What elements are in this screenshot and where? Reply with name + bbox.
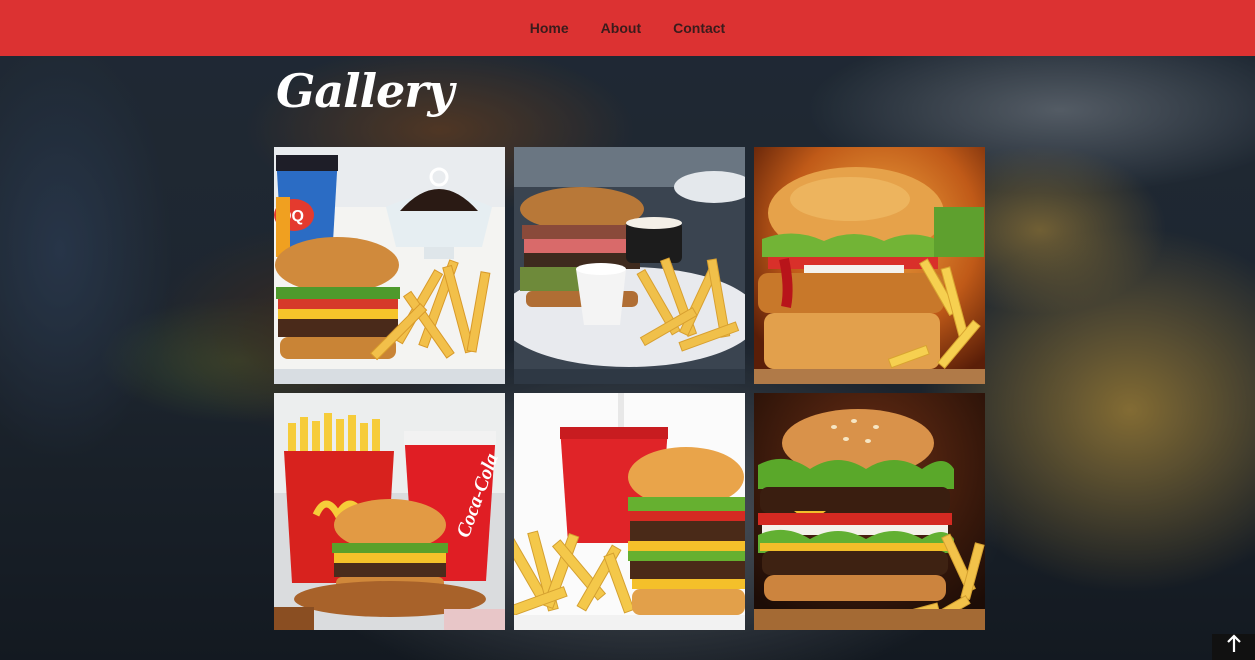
gallery-item-burger-fries-soda[interactable] — [514, 393, 745, 630]
gallery-item-mcdonalds-combo[interactable]: Coca-Cola — [274, 393, 505, 630]
burger-plate-image — [514, 147, 745, 384]
chicken-burger-image — [754, 147, 985, 384]
gallery-item-burger-plate[interactable] — [514, 147, 745, 384]
dq-combo-image: DQ — [274, 147, 505, 384]
gallery-item-double-cheeseburger[interactable] — [754, 393, 985, 630]
nav-contact-link[interactable]: Contact — [673, 20, 725, 36]
nav-about-link[interactable]: About — [601, 20, 641, 36]
gallery-item-chicken-burger[interactable] — [754, 147, 985, 384]
mcdonalds-combo-image: Coca-Cola — [274, 393, 505, 630]
gallery-item-dq-combo[interactable]: DQ — [274, 147, 505, 384]
arrow-up-icon — [1226, 634, 1241, 652]
back-to-top-button[interactable] — [1212, 634, 1255, 660]
top-navbar: Home About Contact — [0, 0, 1255, 56]
burger-fries-soda-image — [514, 393, 745, 630]
gallery-title: Gallery — [276, 64, 454, 118]
double-cheeseburger-image — [754, 393, 985, 630]
nav-home-link[interactable]: Home — [530, 20, 569, 36]
gallery-grid: DQ Coca-Cola — [274, 147, 985, 630]
